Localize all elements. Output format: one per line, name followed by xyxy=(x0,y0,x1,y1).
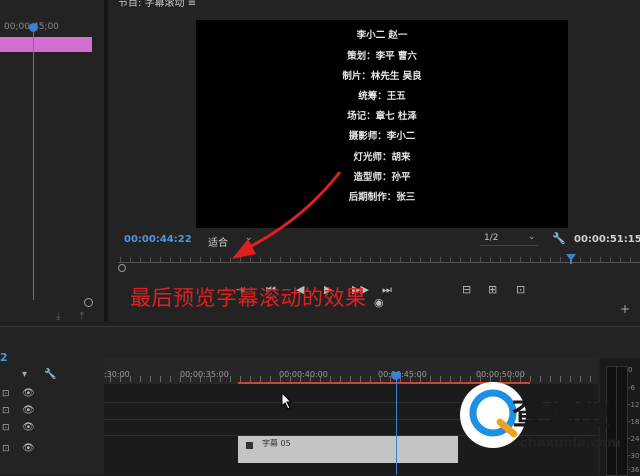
comparison-view-icon[interactable]: ◉ xyxy=(374,296,384,309)
subtitle-clip[interactable]: 字幕 05 xyxy=(238,436,458,463)
track-header: ⊡ 👁 xyxy=(0,441,104,459)
resolution-select[interactable]: 1/2 ⌄ xyxy=(480,232,538,246)
mouse-cursor-icon xyxy=(281,392,293,410)
annotation-caption: 最后预览字幕滚动的效果 xyxy=(130,286,367,310)
credit-line: 场记：章七 杜泽 xyxy=(347,111,417,122)
eye-icon[interactable]: 👁 xyxy=(22,388,35,399)
sequence-indicator[interactable]: 2 xyxy=(0,351,8,364)
track-header: ⊡ 👁 xyxy=(0,386,104,404)
marker-icon[interactable]: ▾ xyxy=(22,369,27,380)
track-toggle-icon[interactable]: ⊡ xyxy=(2,406,10,416)
clip-icon xyxy=(246,442,253,449)
zoom-fit-select[interactable]: 适合 xyxy=(208,234,228,249)
credit-line: 摄影师：李小二 xyxy=(348,131,416,142)
eye-icon[interactable]: 👁 xyxy=(22,422,35,433)
chevron-down-icon: ⌄ xyxy=(528,232,536,242)
chevron-down-icon[interactable]: ⌄ xyxy=(245,233,253,243)
credit-line: 后期制作：张三 xyxy=(348,192,416,203)
track-header: ⊡ 👁 xyxy=(0,420,104,438)
credit-line: 统筹：王五 xyxy=(358,91,406,102)
go-to-out-icon[interactable]: ⏭ xyxy=(382,283,392,297)
credit-line: 李小二 赵一 xyxy=(356,30,408,41)
scrub-playhead-line xyxy=(570,254,572,264)
source-zoom-handle[interactable] xyxy=(84,298,93,307)
clip-name: 字幕 05 xyxy=(262,439,291,448)
program-monitor-tab[interactable]: 节目: 字幕滚动 ≡ xyxy=(118,0,196,9)
add-button-icon[interactable]: + xyxy=(620,302,630,316)
current-timecode[interactable]: 00:00:44:22 xyxy=(124,234,192,245)
source-bottom-icons[interactable]: ⤓ ⤒ xyxy=(56,311,92,322)
watermark-brand: 查询啦 xyxy=(512,394,612,432)
resolution-value: 1/2 xyxy=(484,233,499,243)
scrub-zoom-handle[interactable] xyxy=(118,264,126,272)
eye-icon[interactable]: 👁 xyxy=(22,405,35,416)
track-toggle-icon[interactable]: ⊡ xyxy=(2,423,10,433)
duration-timecode: 00:00:51:15 xyxy=(574,234,640,245)
scrub-track[interactable] xyxy=(118,262,640,263)
track-toggle-icon[interactable]: ⊡ xyxy=(2,389,10,399)
credit-line: 制片：林先生 吴良 xyxy=(342,71,422,82)
program-monitor: 节目: 字幕滚动 ≡ 李小二 赵一 策划：李平 曹六 制片：林先生 吴良 统筹：… xyxy=(108,0,640,322)
track-header: ⊡ 👁 xyxy=(0,403,104,421)
eye-icon[interactable]: 👁 xyxy=(22,443,35,454)
source-clip-bar[interactable] xyxy=(0,37,92,52)
credit-line: 灯光师：胡来 xyxy=(353,152,411,163)
lift-icon[interactable]: ⊟ xyxy=(462,283,471,296)
export-frame-icon[interactable]: ⊡ xyxy=(516,283,525,296)
source-playhead-line xyxy=(33,28,34,300)
track-toggle-icon[interactable]: ⊡ xyxy=(2,444,10,454)
site-watermark: 查询啦 chaxunla.com xyxy=(452,380,640,474)
watermark-url: chaxunla.com xyxy=(520,436,621,451)
credit-line: 策划：李平 曹六 xyxy=(347,51,417,62)
extract-icon[interactable]: ⊞ xyxy=(488,283,497,296)
source-playhead-handle[interactable] xyxy=(29,23,38,32)
source-panel: 00;00;45;00 ⤓ ⤒ xyxy=(0,0,104,322)
wrench-icon[interactable]: 🔧 xyxy=(552,232,566,245)
video-preview: 李小二 赵一 策划：李平 曹六 制片：林先生 吴良 统筹：王五 场记：章七 杜泽… xyxy=(196,20,568,228)
timeline-playhead-line xyxy=(396,372,397,475)
credit-line: 造型师：孙平 xyxy=(353,172,411,183)
meter-label: 0 xyxy=(628,366,633,374)
wrench-icon[interactable]: 🔧 xyxy=(44,369,56,380)
